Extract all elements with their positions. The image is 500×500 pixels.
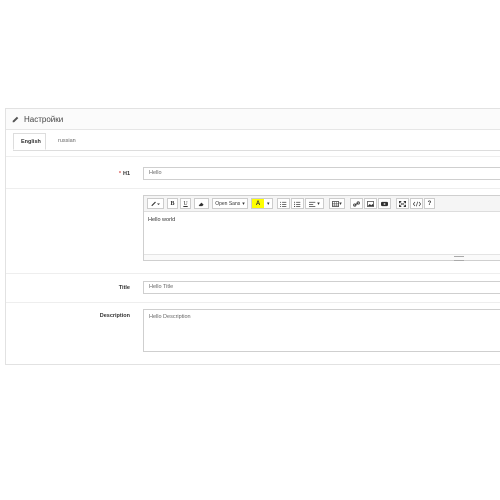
font-family-value: Open Sans bbox=[215, 200, 241, 207]
link-button[interactable] bbox=[350, 198, 363, 209]
fullscreen-button[interactable] bbox=[396, 198, 409, 209]
underline-button[interactable]: U bbox=[180, 198, 191, 209]
caret-down-icon: ▾ bbox=[242, 200, 245, 207]
expand-icon bbox=[399, 200, 406, 207]
rich-text-editor: B U Open Sans ▾ A ▾ ▾ ▾ ? Hello world bbox=[143, 195, 500, 261]
h1-label-text: H1 bbox=[122, 171, 130, 177]
link-icon bbox=[353, 200, 360, 207]
divider bbox=[6, 188, 500, 189]
bold-button[interactable]: B bbox=[167, 198, 178, 209]
h1-label: * H1 bbox=[6, 171, 130, 177]
text-color-swatch: A bbox=[252, 199, 264, 208]
paragraph-align-button[interactable]: ▾ bbox=[305, 198, 324, 209]
table-icon bbox=[332, 200, 340, 207]
description-textarea[interactable]: Hello Description bbox=[143, 309, 500, 352]
divider bbox=[6, 156, 500, 157]
table-button[interactable]: ▾ bbox=[329, 198, 345, 209]
color-button[interactable]: A ▾ bbox=[251, 198, 273, 209]
tab-english[interactable]: English bbox=[13, 133, 46, 150]
font-family-select[interactable]: Open Sans ▾ bbox=[212, 198, 248, 209]
divider bbox=[6, 273, 500, 274]
video-icon bbox=[381, 201, 388, 206]
required-marker: * bbox=[118, 171, 121, 177]
ordered-list-button[interactable] bbox=[277, 198, 290, 209]
panel-header: Настройки bbox=[6, 109, 500, 130]
style-button[interactable] bbox=[147, 198, 164, 209]
panel-title: Настройки bbox=[24, 114, 64, 124]
ordered-list-icon bbox=[280, 201, 287, 207]
settings-panel: Настройки English russian * H1 Hello B U … bbox=[5, 108, 500, 365]
title-input[interactable]: Hello Title bbox=[143, 281, 500, 294]
editor-toolbar: B U Open Sans ▾ A ▾ ▾ ▾ ? bbox=[144, 196, 500, 212]
editor-content[interactable]: Hello world bbox=[144, 212, 500, 228]
image-button[interactable] bbox=[364, 198, 377, 209]
title-label: Title bbox=[118, 285, 130, 291]
description-label: Description bbox=[99, 313, 130, 319]
caret-down-icon: ▾ bbox=[267, 200, 270, 207]
align-icon bbox=[309, 201, 316, 207]
code-icon bbox=[412, 201, 421, 206]
editor-statusbar bbox=[144, 254, 500, 261]
language-tabs: English russian bbox=[13, 133, 500, 151]
help-button[interactable]: ? bbox=[424, 198, 435, 209]
image-icon bbox=[367, 200, 374, 207]
caret-down-icon: ▾ bbox=[339, 200, 342, 207]
video-button[interactable] bbox=[378, 198, 391, 209]
clear-format-button[interactable] bbox=[194, 198, 209, 209]
code-view-button[interactable] bbox=[410, 198, 423, 209]
unordered-list-button[interactable] bbox=[291, 198, 304, 209]
eraser-icon bbox=[198, 202, 204, 206]
divider bbox=[6, 302, 500, 303]
unordered-list-icon bbox=[294, 201, 301, 207]
pencil-icon bbox=[12, 116, 19, 122]
tab-russian[interactable]: russian bbox=[51, 133, 83, 150]
h1-input[interactable]: Hello bbox=[143, 167, 500, 180]
resize-handle[interactable] bbox=[454, 256, 464, 261]
magic-wand-icon bbox=[151, 201, 160, 207]
caret-down-icon: ▾ bbox=[317, 200, 320, 207]
